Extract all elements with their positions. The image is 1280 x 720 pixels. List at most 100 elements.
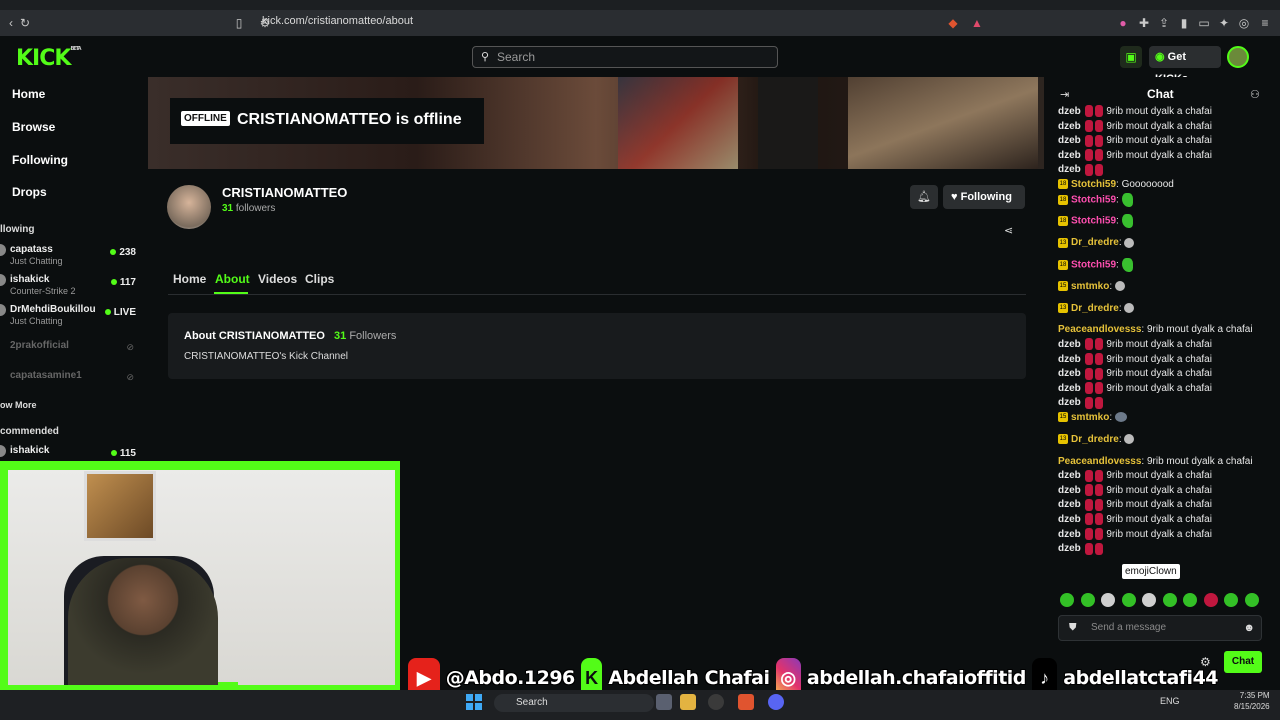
emoji-picker-icon[interactable]: ☻ — [1243, 616, 1255, 640]
chat-username[interactable]: Dr_dredre — [1071, 237, 1119, 248]
subscriber-badge-icon: 18 — [1058, 260, 1068, 270]
chat-username[interactable]: smtmko — [1071, 412, 1109, 423]
file-explorer-icon[interactable] — [680, 694, 696, 710]
chat-username[interactable]: dzeb — [1058, 383, 1081, 394]
chat-username[interactable]: dzeb — [1058, 150, 1081, 161]
chat-message: dzeb 9rib mout dyalk a chafai — [1058, 105, 1268, 120]
chat-username[interactable]: Dr_dredre — [1071, 434, 1119, 445]
emote-icon — [1094, 352, 1103, 365]
chat-username[interactable]: dzeb — [1058, 470, 1081, 481]
channel-avatar[interactable] — [167, 185, 211, 229]
puzzle-icon[interactable]: ✚ — [1137, 16, 1151, 30]
nav-browse[interactable]: Browse — [12, 120, 55, 134]
chat-username[interactable]: Stotchi59 — [1071, 179, 1116, 190]
subscriber-badge-icon: 13 — [1058, 302, 1068, 313]
chat-input[interactable]: ⛊ Send a message ☻ — [1058, 615, 1262, 641]
extension-icon[interactable]: ● — [1116, 16, 1130, 30]
emote-icon[interactable] — [1060, 593, 1074, 607]
chat-text: 9rib mout dyalk a chafai — [1106, 339, 1212, 350]
chat-username[interactable]: Peaceandlovesss — [1058, 456, 1141, 467]
chat-username[interactable]: dzeb — [1058, 499, 1081, 510]
emote-icon — [1124, 434, 1135, 445]
emote-icon — [1124, 302, 1135, 313]
live-dot-icon — [110, 279, 117, 285]
address-bar[interactable]: kick.com/cristianomatteo/about — [262, 15, 413, 27]
reload-icon[interactable]: ↻ — [18, 16, 32, 30]
user-avatar[interactable] — [1227, 46, 1249, 68]
discord-icon[interactable] — [768, 694, 784, 710]
tab-clips[interactable]: Clips — [305, 272, 334, 286]
emote-icon[interactable] — [1224, 593, 1238, 607]
menu-icon[interactable]: ≡ — [1258, 16, 1272, 30]
tab-about[interactable]: About — [215, 272, 250, 286]
chat-username[interactable]: Peaceandlovesss — [1058, 324, 1141, 335]
wallet-icon[interactable]: ▭ — [1197, 16, 1211, 30]
emote-icon[interactable] — [1080, 593, 1095, 607]
tiktok-handle: abdellatctafi44 — [1063, 667, 1219, 689]
vpn-icon[interactable]: ◎ — [1237, 16, 1251, 30]
kick-logo[interactable]: KICKBETA — [16, 46, 82, 71]
input-language[interactable]: ENG — [1160, 696, 1180, 706]
share-icon[interactable]: ⋖ — [1004, 224, 1018, 238]
collapse-chat-icon[interactable]: ⇥ — [1060, 88, 1069, 101]
chat-users-icon[interactable]: ⚇ — [1250, 88, 1260, 101]
chat-username[interactable]: dzeb — [1058, 543, 1081, 554]
sidebar-channel[interactable]: ishakick Counter-Strike 2 117 — [0, 274, 140, 300]
chat-username[interactable]: dzeb — [1058, 135, 1081, 146]
search-input[interactable]: ⚲ Search — [472, 46, 778, 68]
leo-icon[interactable]: ✦ — [1217, 16, 1231, 30]
tab-videos[interactable]: Videos — [258, 272, 297, 286]
sidebar-channel[interactable]: 2prakofficial ⊘ — [0, 340, 140, 366]
obs-icon[interactable] — [708, 694, 724, 710]
nav-drops[interactable]: Drops — [12, 185, 47, 199]
creator-dashboard-button[interactable]: ▣ — [1120, 46, 1142, 68]
chat-username[interactable]: Stotchi59 — [1071, 260, 1116, 271]
emote-clown-icon[interactable] — [1142, 593, 1156, 607]
brave-shield-icon[interactable]: ◆ — [946, 16, 960, 30]
chat-username[interactable]: dzeb — [1058, 514, 1081, 525]
sidebar-channel[interactable]: DrMehdiBoukillou Just Chatting LIVE — [0, 304, 140, 330]
taskbar-search[interactable]: Search — [494, 694, 654, 712]
sidebar-channel[interactable]: capatasamine1 ⊘ — [0, 370, 140, 396]
chat-send-button[interactable]: Chat — [1224, 651, 1262, 673]
bookmark-icon[interactable]: ▯ — [232, 16, 246, 30]
emote-icon — [1094, 469, 1103, 482]
back-icon[interactable]: ‹ — [4, 16, 18, 30]
task-view-icon[interactable] — [656, 694, 672, 710]
system-clock[interactable]: 7:35 PM 8/15/2026 — [1234, 690, 1270, 712]
chat-username[interactable]: dzeb — [1058, 485, 1081, 496]
sidebar-channel[interactable]: capatass Just Chatting 238 — [0, 244, 140, 270]
emote-icon — [1094, 149, 1103, 162]
emote-icon[interactable] — [1101, 593, 1115, 607]
chat-message: 15 smtmko: — [1058, 280, 1268, 295]
sidebar-icon[interactable]: ▮ — [1177, 16, 1191, 30]
show-more-link[interactable]: ow More — [0, 400, 37, 410]
emote-icon[interactable] — [1162, 593, 1177, 607]
chat-username[interactable]: dzeb — [1058, 354, 1081, 365]
chat-username[interactable]: dzeb — [1058, 397, 1081, 408]
chat-username[interactable]: dzeb — [1058, 106, 1081, 117]
nav-home[interactable]: Home — [12, 87, 45, 101]
chat-username[interactable]: Stotchi59 — [1071, 194, 1116, 205]
brave-icon[interactable] — [738, 694, 754, 710]
emote-icon[interactable] — [1203, 593, 1218, 607]
emote-icon[interactable] — [1183, 593, 1197, 607]
following-button[interactable]: ♥ Following — [943, 185, 1025, 209]
chat-username[interactable]: dzeb — [1058, 529, 1081, 540]
chat-username[interactable]: smtmko — [1071, 281, 1109, 292]
chat-username[interactable]: Stotchi59 — [1071, 216, 1116, 227]
share-page-icon[interactable]: ⇪ — [1157, 16, 1171, 30]
chat-username[interactable]: dzeb — [1058, 121, 1081, 132]
chat-username[interactable]: dzeb — [1058, 368, 1081, 379]
emote-icon[interactable] — [1244, 593, 1259, 607]
emote-icon[interactable] — [1121, 593, 1136, 607]
tab-home[interactable]: Home — [173, 272, 206, 286]
notifications-button[interactable]: 🔔︎ — [910, 185, 938, 209]
rewards-icon[interactable]: ▲ — [970, 16, 984, 30]
nav-following[interactable]: Following — [12, 153, 68, 167]
chat-username[interactable]: dzeb — [1058, 339, 1081, 350]
chat-username[interactable]: Dr_dredre — [1071, 303, 1119, 314]
windows-start-icon[interactable] — [466, 694, 482, 710]
get-kicks-button[interactable]: ◉ Get KICKs — [1149, 46, 1221, 85]
chat-username[interactable]: dzeb — [1058, 164, 1081, 175]
